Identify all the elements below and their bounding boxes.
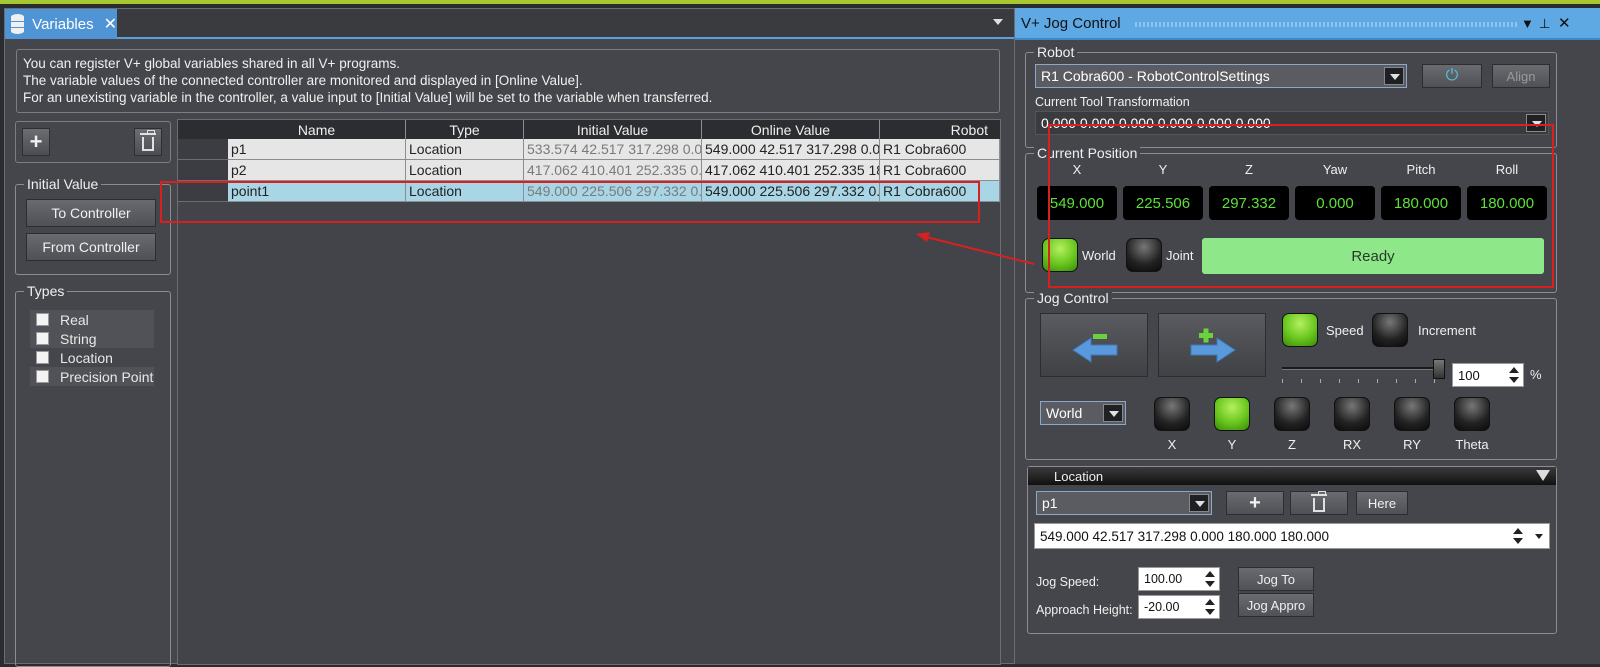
- annotation-arrow: [916, 232, 1035, 265]
- arrow-head: [916, 232, 930, 242]
- arrow-line: [925, 236, 1035, 265]
